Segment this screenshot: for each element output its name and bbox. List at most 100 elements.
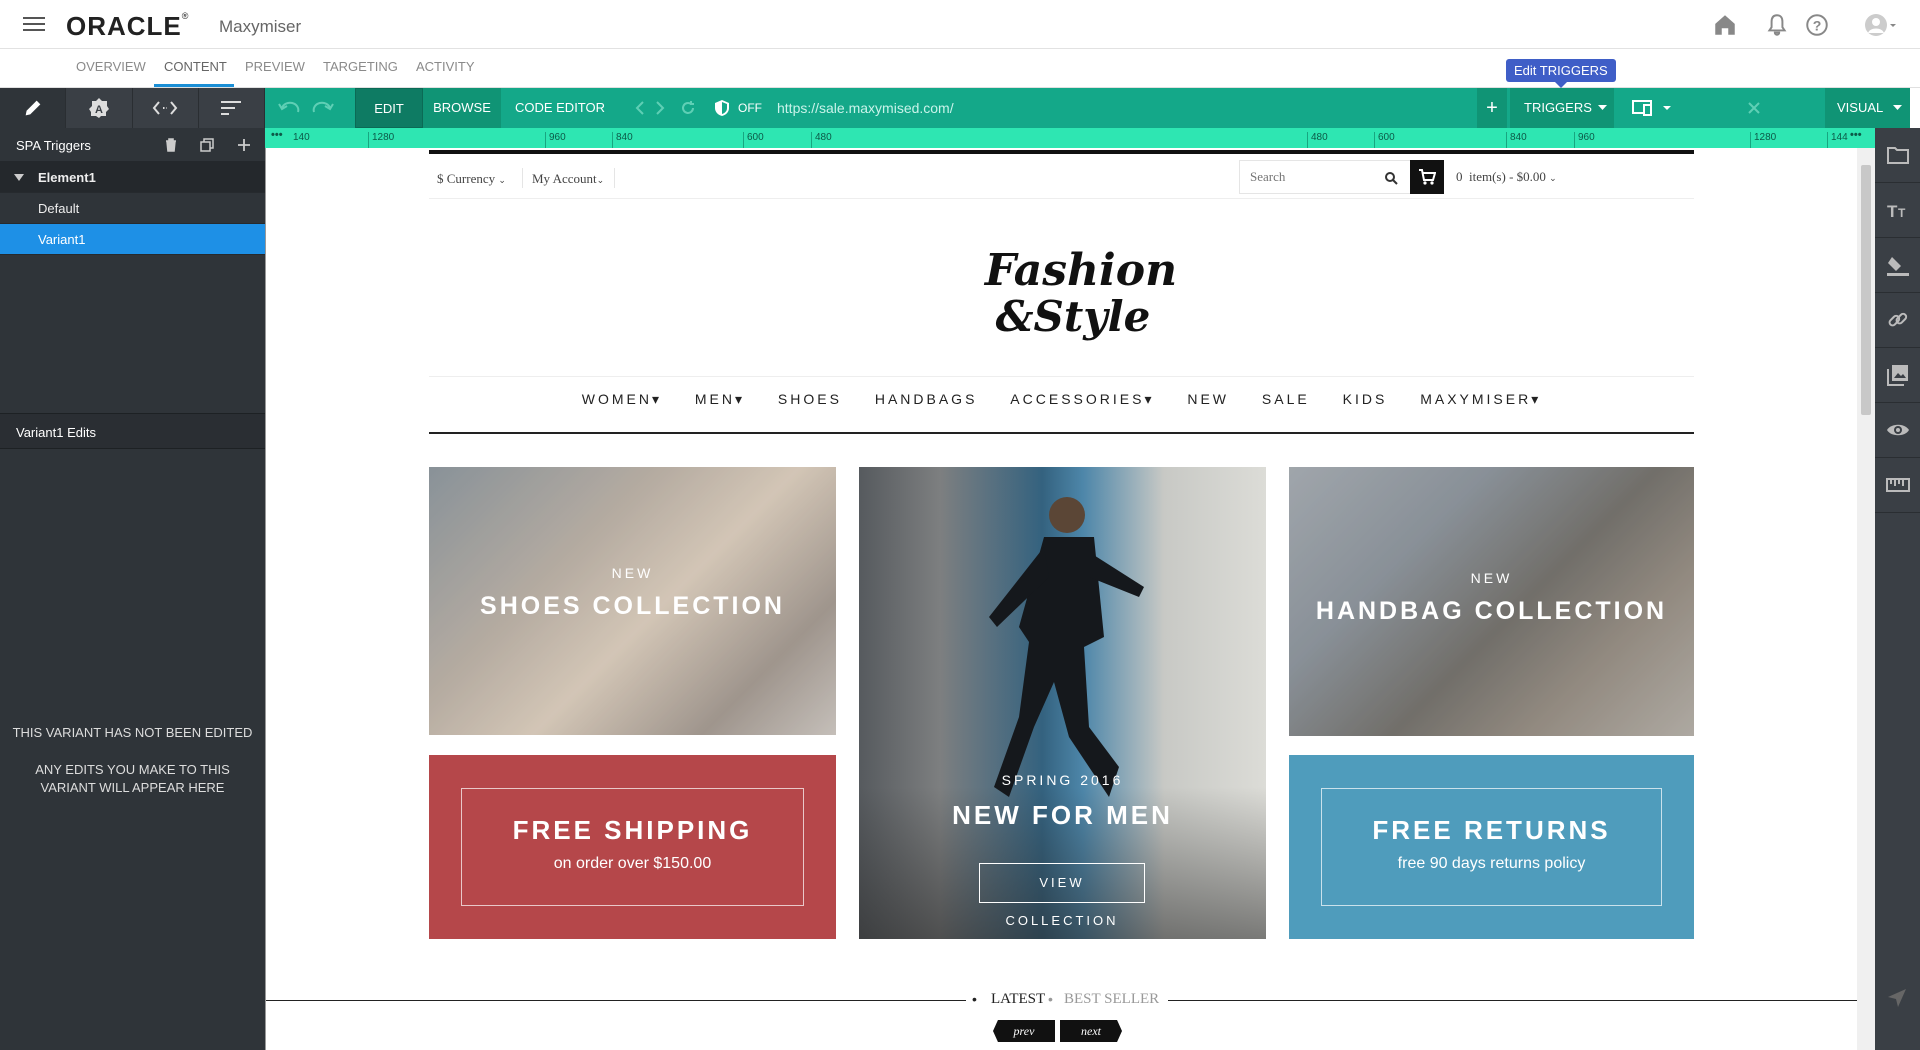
tree-variant1[interactable]: Variant1 — [0, 224, 265, 255]
pencil-tool-button[interactable] — [0, 88, 67, 128]
add-trigger-button[interactable]: + — [1477, 88, 1507, 128]
free-returns-subtitle: free 90 days returns policy — [1397, 855, 1586, 872]
send-icon[interactable] — [1887, 988, 1907, 1008]
nav-new[interactable]: NEW — [1187, 391, 1229, 407]
nav-women[interactable]: WOMEN▾ — [582, 391, 662, 408]
nav-handbags[interactable]: HANDBAGS — [875, 391, 978, 407]
active-tab-indicator — [154, 84, 234, 87]
sidebar-toolbar: A — [0, 88, 265, 128]
free-returns-banner[interactable]: FREE RETURNS free 90 days returns policy — [1289, 755, 1694, 939]
eye-icon — [1886, 424, 1909, 436]
currency-label: $ Currency — [437, 171, 496, 186]
visibility-button[interactable] — [1875, 403, 1920, 458]
text-style-button[interactable]: TT — [1875, 183, 1920, 238]
ruler-label: 1280 — [368, 132, 394, 148]
oracle-logo: ORACLE® — [66, 11, 190, 41]
folder-button[interactable] — [1875, 128, 1920, 183]
cart-button[interactable] — [1410, 160, 1444, 194]
bell-icon[interactable] — [1764, 12, 1790, 38]
tab-preview[interactable]: PREVIEW — [245, 59, 305, 74]
redo-icon[interactable] — [312, 100, 334, 116]
nav-top-separator — [429, 376, 1694, 377]
user-avatar-icon[interactable] — [1864, 12, 1898, 38]
visual-mode-dropdown[interactable]: VISUAL — [1825, 88, 1910, 128]
next-button[interactable]: next — [1060, 1020, 1122, 1042]
website-preview-canvas[interactable]: $ Currency ⌄ My Account⌄ 0 item(s) - $0.… — [265, 148, 1857, 1050]
tab-activity[interactable]: ACTIVITY — [416, 59, 475, 74]
ruler-label: 840 — [1506, 132, 1527, 148]
ruler-more-right-icon[interactable]: ••• — [1850, 129, 1862, 141]
latest-tab[interactable]: LATEST — [991, 991, 1045, 1008]
ruler-label: 840 — [612, 132, 633, 148]
scrollbar-thumb[interactable] — [1861, 165, 1871, 415]
help-icon[interactable]: ? — [1804, 12, 1830, 38]
shield-icon[interactable] — [714, 99, 730, 117]
code-editor-button[interactable]: CODE EDITOR — [510, 88, 610, 128]
tree-default[interactable]: Default — [0, 193, 265, 224]
nav-label: WOMEN — [581, 391, 652, 407]
back-icon[interactable] — [635, 101, 645, 115]
currency-dropdown[interactable]: $ Currency ⌄ — [437, 171, 506, 187]
edit-mode-button[interactable]: EDIT — [355, 88, 423, 128]
ruler-label: 480 — [811, 132, 832, 148]
nav-men[interactable]: MEN▾ — [695, 391, 745, 408]
promo-frame — [461, 788, 804, 906]
nav-label: ACCESSORIES — [1010, 391, 1145, 407]
triggers-dropdown[interactable]: TRIGGERS — [1510, 88, 1614, 128]
nav-maxymiser[interactable]: MAXYMISER▾ — [1420, 391, 1541, 408]
nav-accessories[interactable]: ACCESSORIES▾ — [1010, 391, 1154, 408]
element1-label: Element1 — [38, 170, 96, 185]
prev-button[interactable]: prev — [993, 1020, 1055, 1042]
folder-icon — [1886, 147, 1909, 164]
editor-toolbar: EDIT BROWSE CODE EDITOR OFF https://sale… — [265, 88, 1910, 128]
browse-mode-button[interactable]: BROWSE — [423, 88, 501, 128]
best-seller-tab[interactable]: BEST SELLER — [1064, 991, 1159, 1008]
svg-text:Fashion: Fashion — [983, 245, 1177, 296]
refresh-icon[interactable] — [680, 100, 696, 116]
svg-text:&Style: &Style — [996, 292, 1151, 341]
bullet-icon: • — [1048, 991, 1053, 1007]
cart-summary[interactable]: 0 item(s) - $0.00 ⌄ — [1456, 169, 1557, 185]
tab-content[interactable]: CONTENT — [164, 59, 227, 74]
ruler-more-left-icon[interactable]: ••• — [271, 129, 283, 141]
responsive-ruler: ••• 140 1280 960 840 600 480 480 600 840… — [265, 128, 1875, 148]
free-shipping-subtitle: on order over $150.00 — [553, 855, 712, 872]
code-tool-button[interactable] — [133, 88, 199, 128]
safe-mode-toggle[interactable]: OFF — [735, 88, 765, 128]
my-account-dropdown[interactable]: My Account⌄ — [532, 171, 604, 187]
free-shipping-banner[interactable]: FREE SHIPPING on order over $150.00 — [429, 755, 836, 939]
fashion-style-logo[interactable]: Fashion &Style — [981, 233, 1181, 343]
edit-triggers-tooltip: Edit TRIGGERS — [1506, 59, 1616, 88]
tab-targeting[interactable]: TARGETING — [323, 59, 398, 74]
trash-icon[interactable] — [163, 137, 179, 153]
nav-kids[interactable]: KIDS — [1343, 391, 1388, 407]
nav-sale[interactable]: SALE — [1262, 391, 1310, 407]
search-input[interactable] — [1240, 161, 1374, 193]
nav-shoes[interactable]: SHOES — [778, 391, 842, 407]
add-icon[interactable] — [236, 137, 252, 153]
tab-overview[interactable]: OVERVIEW — [76, 59, 146, 74]
view-collection-button[interactable]: VIEW COLLECTION — [979, 863, 1145, 928]
close-icon[interactable] — [1747, 101, 1761, 115]
actions-tool-button[interactable]: A — [66, 88, 133, 128]
home-icon[interactable] — [1712, 12, 1738, 38]
handbag-collection-tile[interactable]: NEW HANDBAG COLLECTION — [1289, 467, 1694, 736]
link-button[interactable] — [1875, 293, 1920, 348]
sort-tool-button[interactable] — [199, 88, 265, 128]
left-sidebar: A SPA Triggers Element1 Default Variant1… — [0, 88, 265, 1050]
measure-button[interactable] — [1875, 458, 1920, 513]
tree-element1[interactable]: Element1 — [0, 162, 265, 193]
page-url[interactable]: https://sale.maxymised.com/ — [777, 100, 954, 116]
action-badge-icon: A — [88, 98, 109, 118]
undo-icon[interactable] — [278, 100, 300, 116]
shoes-collection-tile[interactable]: NEW SHOES COLLECTION — [429, 467, 836, 735]
image-button[interactable] — [1875, 348, 1920, 403]
forward-icon[interactable] — [655, 101, 665, 115]
device-toggle-icon[interactable] — [1632, 100, 1676, 116]
search-icon[interactable] — [1384, 171, 1398, 185]
new-for-men-tile[interactable]: SPRING 2016 NEW FOR MEN VIEW COLLECTION — [859, 467, 1266, 939]
duplicate-icon[interactable] — [199, 137, 215, 153]
fill-color-button[interactable] — [1875, 238, 1920, 293]
shoes-tile-kicker: NEW — [611, 565, 654, 581]
hamburger-menu-icon[interactable] — [22, 14, 46, 34]
